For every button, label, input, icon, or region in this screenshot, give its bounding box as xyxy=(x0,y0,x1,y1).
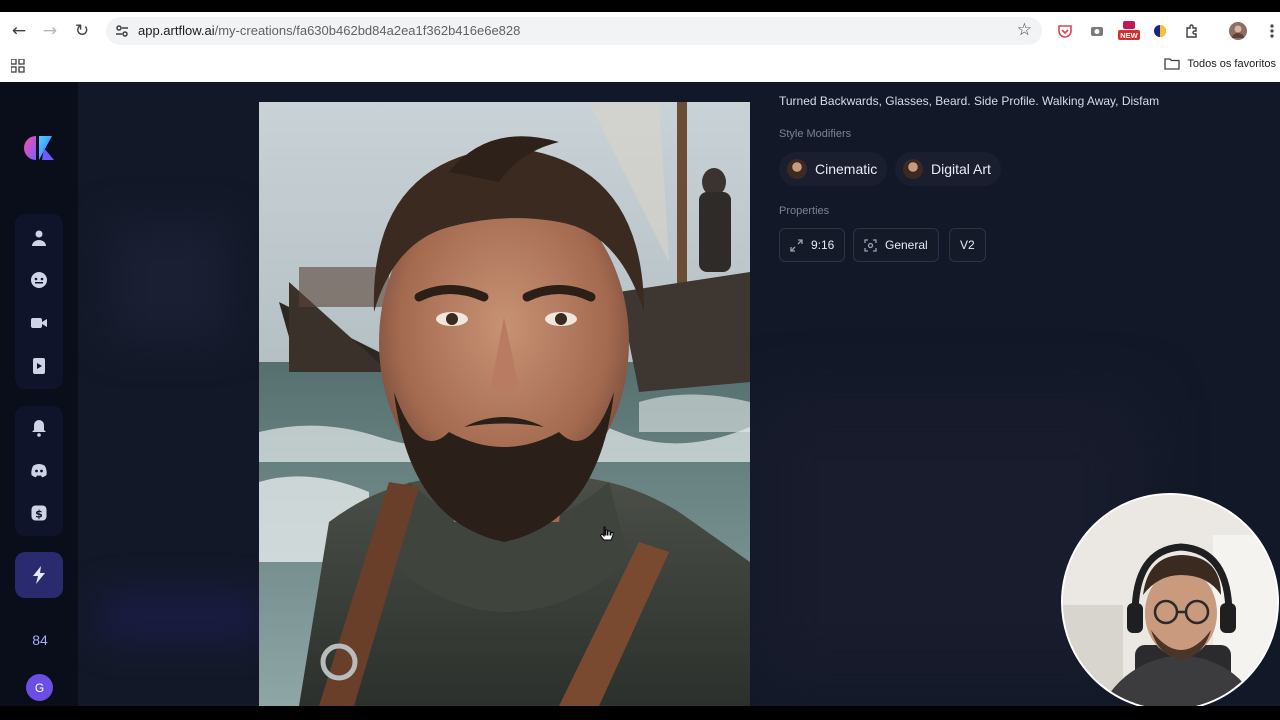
style-modifiers-label: Style Modifiers xyxy=(779,128,852,140)
artflow-logo-icon[interactable] xyxy=(20,132,58,164)
blurred-shape xyxy=(100,592,260,642)
video-camera-icon[interactable] xyxy=(29,313,49,333)
pocket-extension-icon[interactable] xyxy=(1055,21,1075,41)
bookmark-star-icon[interactable]: ☆ xyxy=(1017,20,1032,40)
video-story-icon[interactable] xyxy=(29,356,49,376)
folder-icon xyxy=(1164,58,1180,70)
dollar-coin-icon[interactable]: $ xyxy=(29,503,49,523)
sidebar-group-create xyxy=(15,214,63,389)
svg-text:$: $ xyxy=(35,508,43,521)
browser-toolbar: ← → ↻ app.artflow.ai/my-creations/fa630b… xyxy=(0,12,1280,50)
aspect-ratio-value: 9:16 xyxy=(811,238,835,252)
prompt-text: Turned Backwards, Glasses, Beard. Side P… xyxy=(779,94,1160,108)
extensions-puzzle-icon[interactable] xyxy=(1182,21,1202,41)
camera-extension-icon[interactable] xyxy=(1087,21,1107,41)
user-avatar[interactable]: G xyxy=(26,674,53,701)
credits-count: 84 xyxy=(32,632,48,648)
apps-grid-icon[interactable] xyxy=(11,59,25,73)
style-modifier-digital-art[interactable]: Digital Art xyxy=(895,152,1001,186)
mode-value: General xyxy=(885,238,928,252)
forward-button[interactable]: → xyxy=(40,21,60,41)
bottom-letterbox xyxy=(0,706,1280,720)
modifier-thumbnail xyxy=(903,159,923,179)
properties-label: Properties xyxy=(779,205,830,217)
bookmarks-bar: Todos os favoritos xyxy=(0,50,1280,82)
top-letterbox xyxy=(0,0,1280,12)
face-mask-icon[interactable] xyxy=(29,270,49,290)
modifier-label: Digital Art xyxy=(931,161,991,177)
blurred-shape xyxy=(110,222,230,342)
sidebar-group-misc: $ xyxy=(15,406,63,536)
discord-icon[interactable] xyxy=(29,461,49,481)
focus-frame-icon xyxy=(864,238,877,252)
browser-menu-icon[interactable] xyxy=(1262,21,1280,41)
property-version: V2 xyxy=(949,228,986,262)
browser-chrome: ← → ↻ app.artflow.ai/my-creations/fa630b… xyxy=(0,12,1280,82)
url-path: /my-creations/fa630b462bd84a2ea1f362b416… xyxy=(214,23,521,38)
style-modifier-cinematic[interactable]: Cinematic xyxy=(779,152,888,186)
reload-button[interactable]: ↻ xyxy=(72,21,92,41)
hand-pointer-cursor xyxy=(600,526,614,541)
back-button[interactable]: ← xyxy=(9,21,29,41)
version-value: V2 xyxy=(960,238,975,252)
notifications-bell-icon[interactable] xyxy=(29,418,49,438)
expand-arrows-icon xyxy=(790,238,803,252)
url-host: app.artflow.ai xyxy=(138,23,215,38)
modifier-thumbnail xyxy=(787,159,807,179)
new-extension-icon[interactable]: NEW xyxy=(1117,21,1141,41)
lightning-bolt-icon xyxy=(33,566,45,584)
webcam-overlay xyxy=(1061,493,1279,711)
all-bookmarks-label: Todos os favoritos xyxy=(1187,57,1276,70)
all-bookmarks-button[interactable]: Todos os favoritos xyxy=(1164,57,1276,70)
avatar-person-icon[interactable] xyxy=(29,228,49,248)
property-aspect-ratio: 9:16 xyxy=(779,228,846,262)
modifier-label: Cinematic xyxy=(815,161,878,177)
upgrade-bolt-button[interactable] xyxy=(15,552,63,598)
new-badge: NEW xyxy=(1120,31,1138,40)
profile-avatar-icon[interactable] xyxy=(1228,21,1248,41)
sidebar: $ 84 G xyxy=(0,82,78,706)
address-bar[interactable]: app.artflow.ai/my-creations/fa630b462bd8… xyxy=(106,17,1042,45)
colored-extension-icon[interactable] xyxy=(1150,21,1170,41)
generated-image[interactable] xyxy=(259,102,750,706)
property-mode: General xyxy=(853,228,939,262)
site-settings-icon[interactable] xyxy=(114,23,130,39)
url-text: app.artflow.ai/my-creations/fa630b462bd8… xyxy=(138,23,520,38)
